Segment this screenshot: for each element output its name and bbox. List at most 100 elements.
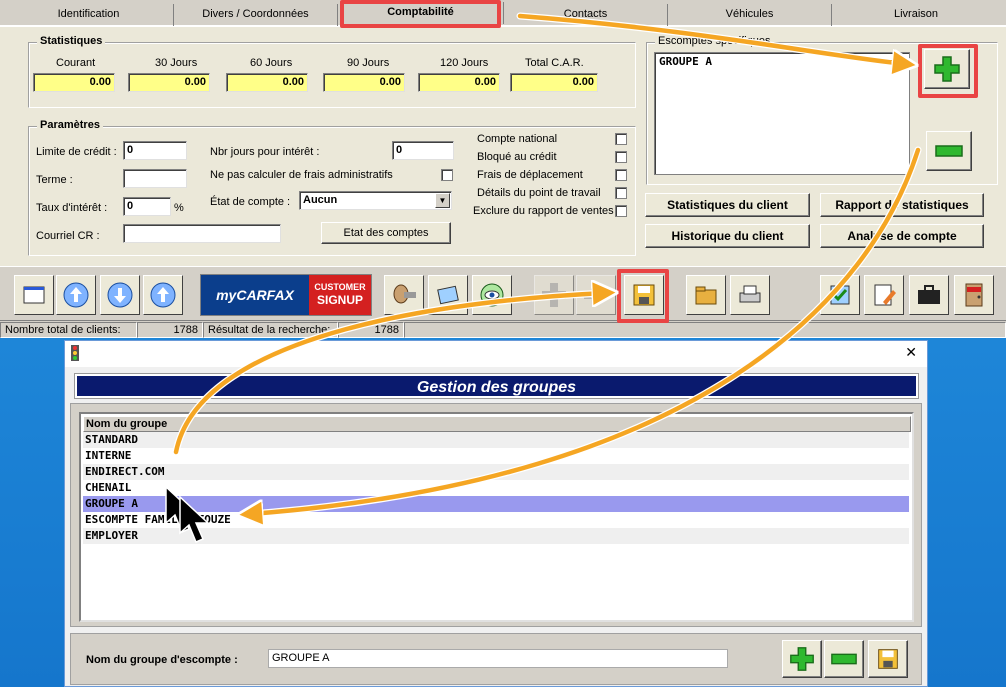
tab-content: Statistiques Courant 30 Jours 60 Jours 9… bbox=[0, 26, 1006, 266]
search-result-label: Résultat de la recherche: bbox=[203, 322, 338, 338]
list-item[interactable]: INTERNE bbox=[83, 448, 909, 464]
travel-fees-checkbox[interactable] bbox=[615, 169, 627, 181]
credit-limit-input[interactable]: 0 bbox=[123, 141, 187, 160]
folder-icon bbox=[695, 286, 717, 305]
list-item[interactable]: CHENAIL bbox=[83, 480, 909, 496]
client-window: Identification Divers / Coordonnées Comp… bbox=[0, 0, 1006, 338]
briefcase-button[interactable] bbox=[909, 275, 949, 315]
remove-discount-button[interactable] bbox=[926, 131, 972, 171]
add-record-button[interactable] bbox=[534, 275, 574, 315]
account-analysis-button[interactable]: Analyse de compte bbox=[820, 224, 984, 248]
remove-record-button[interactable] bbox=[576, 275, 616, 315]
stat-label-total: Total C.A.R. bbox=[525, 57, 584, 69]
new-window-button[interactable] bbox=[14, 275, 54, 315]
carfax-logo: myCARFAX bbox=[201, 275, 309, 315]
previous-record-button[interactable] bbox=[143, 275, 183, 315]
no-admin-fees-checkbox[interactable] bbox=[441, 169, 453, 181]
exit-button[interactable] bbox=[954, 275, 994, 315]
client-history-button[interactable]: Historique du client bbox=[645, 224, 810, 248]
credit-limit-label: Limite de crédit : bbox=[36, 146, 117, 158]
briefcase-icon bbox=[918, 285, 940, 304]
stat-label-60: 60 Jours bbox=[250, 57, 293, 69]
no-admin-fees-label: Ne pas calculer de frais administratifs bbox=[210, 169, 393, 181]
traffic-light-icon bbox=[71, 345, 79, 361]
account-state-select[interactable]: Aucun ▼ bbox=[299, 191, 452, 210]
check-label-travel: Frais de déplacement bbox=[477, 169, 583, 181]
minus-icon bbox=[935, 145, 963, 157]
carfax-signup-button[interactable]: myCARFAX CUSTOMER SIGNUP bbox=[200, 274, 372, 316]
plus-icon bbox=[542, 283, 566, 307]
client-stats-button[interactable]: Statistiques du client bbox=[645, 193, 810, 217]
tab-vehicules[interactable]: Véhicules bbox=[668, 4, 832, 26]
first-record-button[interactable] bbox=[56, 275, 96, 315]
list-item-selected[interactable]: GROUPE A bbox=[83, 496, 909, 512]
interest-days-label: Nbr jours pour intérêt : bbox=[210, 146, 320, 158]
group-management-dialog: ✕ Gestion des groupes Nom du groupe STAN… bbox=[64, 340, 928, 687]
add-group-button[interactable] bbox=[782, 640, 822, 678]
remove-group-button[interactable] bbox=[824, 640, 864, 678]
tab-contacts[interactable]: Contacts bbox=[504, 4, 668, 26]
save-group-button[interactable] bbox=[868, 640, 908, 678]
chevron-down-icon[interactable]: ▼ bbox=[435, 193, 450, 208]
tab-livraison[interactable]: Livraison bbox=[832, 4, 1000, 26]
list-item[interactable]: ESCOMPTE FAMILLE TOUZE bbox=[83, 512, 909, 528]
tab-divers[interactable]: Divers / Coordonnées bbox=[174, 4, 338, 26]
national-checkbox[interactable] bbox=[615, 133, 627, 145]
list-item[interactable]: EMPLOYER bbox=[83, 528, 909, 544]
stat-label-30: 30 Jours bbox=[155, 57, 198, 69]
discount-item[interactable]: GROUPE A bbox=[659, 55, 712, 68]
highlight-box-add bbox=[918, 44, 978, 98]
check-button[interactable] bbox=[820, 275, 860, 315]
workpoint-checkbox[interactable] bbox=[615, 187, 627, 199]
stamp-button[interactable] bbox=[384, 275, 424, 315]
tab-identification[interactable]: Identification bbox=[4, 4, 174, 26]
view-button[interactable] bbox=[472, 275, 512, 315]
edit-button[interactable] bbox=[864, 275, 904, 315]
discounts-list[interactable]: GROUPE A bbox=[654, 52, 910, 175]
tab-bar: Identification Divers / Coordonnées Comp… bbox=[0, 0, 1006, 26]
group-name-label: Nom du groupe d'escompte : bbox=[86, 654, 238, 666]
interest-rate-label: Taux d'intérêt : bbox=[36, 202, 108, 214]
exclude-sales-checkbox[interactable] bbox=[615, 205, 627, 217]
dialog-header: Gestion des groupes bbox=[74, 373, 919, 399]
statistics-title: Statistiques bbox=[37, 35, 106, 47]
group-name-input[interactable]: GROUPE A bbox=[268, 649, 728, 668]
blocked-checkbox[interactable] bbox=[615, 151, 627, 163]
next-record-button[interactable] bbox=[100, 275, 140, 315]
stat-60-field: 0.00 bbox=[226, 73, 308, 92]
stats-report-button[interactable]: Rapport de statistiques bbox=[820, 193, 984, 217]
toolbar: myCARFAX CUSTOMER SIGNUP bbox=[0, 266, 1006, 320]
files-button[interactable] bbox=[686, 275, 726, 315]
account-state-label: État de compte : bbox=[210, 196, 291, 208]
total-clients-value: 1788 bbox=[137, 322, 203, 338]
list-item[interactable]: ENDIRECT.COM bbox=[83, 464, 909, 480]
term-input[interactable] bbox=[123, 169, 187, 188]
status-empty bbox=[404, 322, 1006, 338]
arrow-up-doc-icon bbox=[63, 282, 89, 308]
stat-current-field: 0.00 bbox=[33, 73, 115, 92]
printer-icon bbox=[739, 285, 761, 303]
checklist-icon bbox=[830, 285, 850, 305]
percent-sign: % bbox=[174, 202, 184, 214]
close-icon[interactable]: ✕ bbox=[905, 344, 917, 361]
group-edit-bar: Nom du groupe d'escompte : GROUPE A bbox=[70, 633, 922, 685]
interest-rate-input[interactable]: 0 bbox=[123, 197, 171, 216]
group-list-header[interactable]: Nom du groupe bbox=[83, 416, 911, 432]
print-button[interactable] bbox=[730, 275, 770, 315]
arrow-down-icon bbox=[107, 282, 133, 308]
total-clients-label: Nombre total de clients: bbox=[0, 322, 137, 338]
stamp-icon bbox=[393, 284, 416, 304]
interest-days-input[interactable]: 0 bbox=[392, 141, 454, 160]
check-label-workpoint: Détails du point de travail bbox=[477, 187, 601, 199]
email-input[interactable] bbox=[123, 224, 281, 243]
discounts-title: Escomptes spécifiques bbox=[655, 35, 774, 47]
check-label-exclude: Exclure du rapport de ventes bbox=[473, 205, 614, 217]
stat-label-current: Courant bbox=[56, 57, 96, 69]
account-states-button[interactable]: Etat des comptes bbox=[321, 222, 451, 244]
highlight-box-save bbox=[617, 269, 669, 323]
list-item[interactable]: STANDARD bbox=[83, 432, 909, 448]
stat-30-field: 0.00 bbox=[128, 73, 210, 92]
attach-button[interactable] bbox=[428, 275, 468, 315]
group-list[interactable]: Nom du groupe STANDARD INTERNE ENDIRECT.… bbox=[79, 412, 914, 622]
term-label: Terme : bbox=[36, 174, 73, 186]
